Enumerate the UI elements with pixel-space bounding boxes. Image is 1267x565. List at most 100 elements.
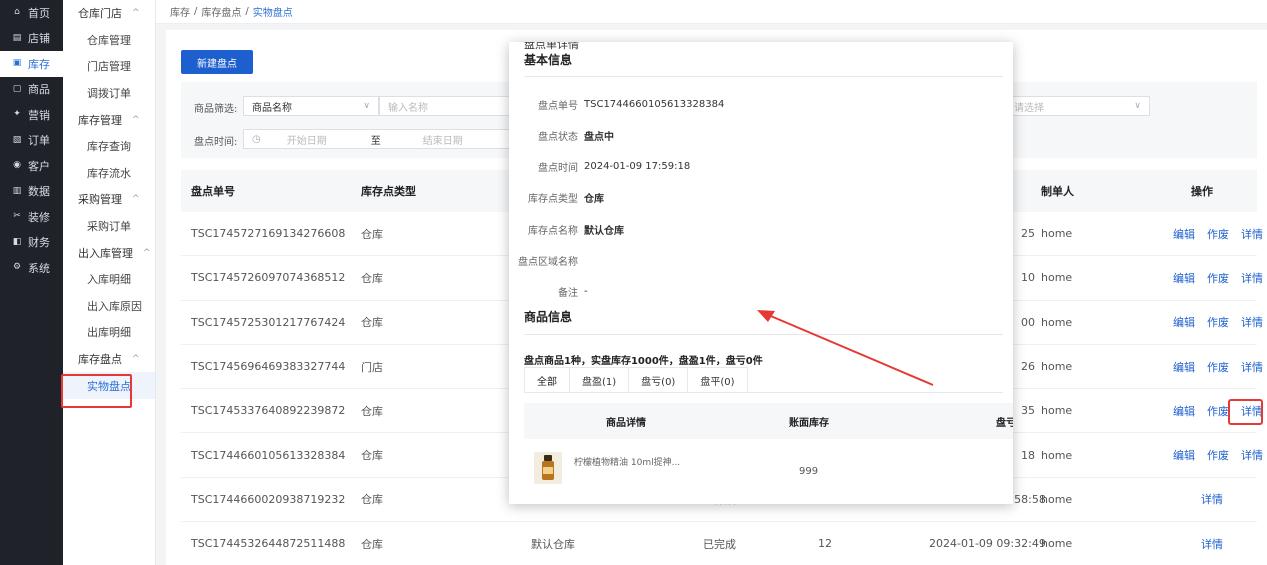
rail-item[interactable]: ⌂ 首页 [0, 0, 63, 26]
cell-type: 仓库 [361, 271, 383, 285]
end-date-placeholder[interactable]: 结束日期 [423, 132, 463, 147]
void-link[interactable]: 作废 [1207, 314, 1229, 330]
subnav-group-inventory[interactable]: 库存管理 ^ [63, 106, 155, 133]
detail-link[interactable]: 详情 [1241, 447, 1263, 463]
cell-creator: home [1041, 404, 1073, 418]
edit-link[interactable]: 编辑 [1173, 359, 1195, 375]
subnav-item-stock-query[interactable]: 库存查询 [63, 133, 155, 160]
rail-item-label: 装修 [28, 210, 50, 224]
nav-icon: ▣ [12, 58, 22, 69]
rail-item[interactable]: ◧ 财务 [0, 230, 63, 256]
subnav-item-store-mgmt[interactable]: 门店管理 [63, 53, 155, 80]
detail-field: 盘点时间 2024-01-09 17:59:18 [509, 157, 690, 177]
subnav-group-stocktake[interactable]: 库存盘点 ^ [63, 346, 155, 373]
subnav-group-inout[interactable]: 出入库管理 ^ [63, 239, 155, 266]
rail-item[interactable]: ▢ 商品 [0, 77, 63, 103]
goods-filter-label: 商品筛选: [194, 104, 238, 115]
rail-item-label: 商品 [28, 83, 50, 97]
edit-link[interactable]: 编辑 [1173, 403, 1195, 419]
col-header-no: 盘点单号 [191, 185, 235, 198]
breadcrumb-current: 实物盘点 [252, 8, 293, 19]
goods-table-header: 商品详情 账面库存 盘亏 [524, 403, 1013, 439]
cell-no: TSC1745337640892239872 [191, 404, 346, 418]
rail-item[interactable]: ▤ 店铺 [0, 26, 63, 52]
subnav-item-inbound-detail[interactable]: 入库明细 [63, 266, 155, 293]
table-row: TSC1744532644872511488 仓库 默认仓库 已完成 12 2024-01… [181, 522, 1257, 565]
right-filter-select[interactable]: 请选择 ∨ [1005, 96, 1150, 116]
rail-item[interactable]: ▧ 订单 [0, 128, 63, 154]
subnav-item-outbound-detail[interactable]: 出库明细 [63, 319, 155, 346]
detail-field-value: 2024-01-09 17:59:18 [584, 161, 691, 173]
main-nav-rail: ⌂ 首页 ▤ 店铺 ▣ 库存 ▢ 商品 ✦ 营销 ▧ 订单 ◉ 客户 ▥ 数据 ✂ 装修 ◧ 财务 ⚙ 系统 [0, 0, 63, 565]
detail-field-key: 盘点时间 [538, 163, 578, 175]
cell-type: 仓库 [361, 227, 383, 241]
void-link[interactable]: 作废 [1207, 447, 1229, 463]
goods-filter-select[interactable]: 商品名称 ∨ [243, 96, 379, 116]
void-link[interactable]: 作废 [1207, 270, 1229, 286]
subnav-item-warehouse-mgmt[interactable]: 仓库管理 [63, 27, 155, 54]
chevron-up-icon: ^ [132, 354, 140, 365]
goods-tab[interactable]: 盘平(0) [688, 368, 746, 392]
rail-item-label: 财务 [28, 236, 50, 250]
detail-link[interactable]: 详情 [1241, 359, 1263, 375]
detail-link[interactable]: 详情 [1201, 491, 1223, 507]
rail-item[interactable]: ✂ 装修 [0, 204, 63, 230]
void-link[interactable]: 作废 [1207, 359, 1229, 375]
detail-link[interactable]: 详情 [1241, 270, 1263, 286]
edit-link[interactable]: 编辑 [1173, 226, 1195, 242]
subnav-item-stock-flow[interactable]: 库存流水 [63, 160, 155, 187]
nav-icon: ✦ [13, 109, 21, 120]
cell-qty: 12 [818, 537, 832, 551]
chevron-down-icon: ∨ [1134, 101, 1141, 111]
cell-ops: 详情 [1201, 478, 1235, 521]
rail-item[interactable]: ✦ 营销 [0, 102, 63, 128]
detail-link[interactable]: 详情 [1241, 403, 1263, 419]
cell-time: 2024-01-09 09:32:49 [929, 537, 1046, 551]
rail-item-label: 营销 [28, 108, 50, 122]
subnav-group-label: 仓库门店 [78, 7, 122, 21]
detail-link[interactable]: 详情 [1201, 536, 1223, 552]
edit-link[interactable]: 编辑 [1173, 270, 1195, 286]
subnav-group-warehouse[interactable]: 仓库门店 ^ [63, 0, 155, 27]
rail-item[interactable]: ▣ 库存 [0, 51, 63, 77]
date-range-separator: 至 [370, 135, 381, 147]
goods-tab[interactable]: 盘盈(1) [570, 368, 630, 392]
goods-name-input[interactable]: 输入名称 [379, 96, 514, 116]
rail-item[interactable]: ⚙ 系统 [0, 255, 63, 281]
chevron-up-icon: ^ [132, 194, 140, 205]
goods-tab[interactable]: 盘亏(0) [629, 368, 689, 392]
subnav-item-inout-reason[interactable]: 出入库原因 [63, 293, 155, 320]
tabs-underline [524, 392, 1003, 393]
start-date-placeholder[interactable]: 开始日期 [287, 132, 327, 147]
subnav-group-purchase[interactable]: 采购管理 ^ [63, 186, 155, 213]
detail-link[interactable]: 详情 [1241, 226, 1263, 242]
cell-type: 仓库 [361, 404, 383, 418]
col-header-creator: 制单人 [1041, 185, 1074, 198]
subnav-group-label: 出入库管理 [78, 246, 133, 260]
rail-item[interactable]: ◉ 客户 [0, 153, 63, 179]
void-link[interactable]: 作废 [1207, 403, 1229, 419]
edit-link[interactable]: 编辑 [1173, 314, 1195, 330]
date-range-picker[interactable]: ◷ 开始日期 至 结束日期 [243, 129, 514, 149]
breadcrumb-item[interactable]: 库存盘点 [201, 4, 241, 19]
subnav-item-purchase-orders[interactable]: 采购订单 [63, 213, 155, 240]
detail-field-value: 默认仓库 [584, 225, 624, 237]
detail-field-key: 库存点类型 [528, 194, 578, 206]
time-filter-label: 盘点时间: [194, 137, 238, 148]
edit-link[interactable]: 编辑 [1173, 447, 1195, 463]
new-stocktake-button[interactable]: 新建盘点 [181, 50, 253, 74]
rail-item[interactable]: ▥ 数据 [0, 179, 63, 205]
detail-link[interactable]: 详情 [1241, 314, 1263, 330]
breadcrumb-item[interactable]: 库存 [170, 4, 190, 19]
cell-ops: 编辑 作废 详情 [1173, 256, 1267, 299]
nav-icon: ✂ [13, 211, 21, 222]
cell-no: TSC1744660105613328384 [191, 448, 346, 462]
goods-tab[interactable]: 全部 [525, 368, 570, 392]
void-link[interactable]: 作废 [1207, 226, 1229, 242]
cell-type: 仓库 [361, 316, 383, 330]
highlight-box-subnav [61, 374, 132, 408]
subnav-item-transfer-orders[interactable]: 调拨订单 [63, 80, 155, 107]
cell-no: TSC1745726097074368512 [191, 271, 346, 285]
nav-icon: ▥ [12, 185, 22, 196]
goods-tabs: 全部 盘盈(1) 盘亏(0) 盘平(0) [524, 367, 748, 393]
